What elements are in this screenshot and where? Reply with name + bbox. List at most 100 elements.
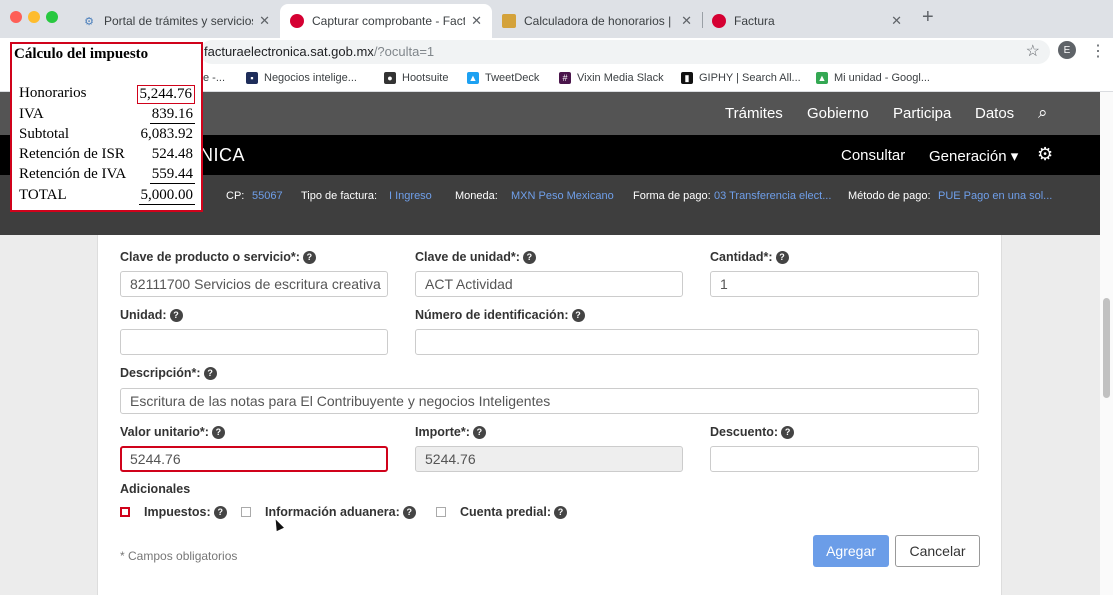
browser-tab-strip: ⚙ Portal de trámites y servicios - ✕ Cap…: [0, 0, 1113, 38]
close-tab-icon[interactable]: ✕: [471, 13, 482, 29]
importe-input: 5244.76: [415, 446, 683, 472]
valor-unitario-input[interactable]: 5244.76: [120, 446, 388, 472]
numero-identificacion-label: Número de identificación:?: [415, 308, 585, 322]
tax-row-honorarios: Honorarios 5,244.76: [19, 85, 195, 105]
aduanera-checkbox[interactable]: [241, 507, 251, 517]
tweetdeck-icon: ▲: [467, 72, 479, 84]
nav-gobierno[interactable]: Gobierno: [807, 105, 869, 122]
minimize-window-button[interactable]: [28, 11, 40, 23]
tax-row-retencion-iva: Retención de IVA 559.44: [19, 166, 195, 184]
adicionales-heading: Adicionales: [120, 482, 191, 496]
sat-favicon-icon: [712, 14, 726, 28]
nav-datos[interactable]: Datos: [975, 105, 1014, 122]
maximize-window-button[interactable]: [46, 11, 58, 23]
browser-menu-icon[interactable]: ⋮: [1090, 41, 1106, 61]
predial-label: Cuenta predial:?: [460, 505, 567, 519]
help-icon[interactable]: ?: [571, 308, 585, 322]
tax-row-subtotal: Subtotal 6,083.92: [19, 126, 193, 142]
help-icon[interactable]: ?: [472, 425, 486, 439]
nav-tramites[interactable]: Trámites: [725, 105, 783, 122]
impuestos-checkbox[interactable]: [120, 507, 130, 517]
tipo-factura-label: Tipo de factura:: [301, 190, 378, 202]
help-icon[interactable]: ?: [522, 250, 536, 264]
unidad-input[interactable]: [120, 329, 388, 355]
nav-generacion-dropdown[interactable]: Generación ▾: [929, 147, 1018, 165]
address-bar[interactable]: facturaelectronica.sat.gob.mx/?oculta=1 …: [200, 40, 1050, 64]
metodo-pago-value: PUE Pago en una sol...: [938, 190, 1053, 202]
clave-producto-label: Clave de producto o servicio*:?: [120, 250, 316, 264]
site-brand: NICA: [200, 145, 246, 165]
clave-unidad-input[interactable]: ACT Actividad: [415, 271, 683, 297]
help-icon[interactable]: ?: [169, 308, 183, 322]
importe-label: Importe*:?: [415, 425, 486, 439]
descripcion-input[interactable]: Escritura de las notas para El Contribuy…: [120, 388, 979, 414]
predial-checkbox[interactable]: [436, 507, 446, 517]
close-tab-icon[interactable]: ✕: [891, 13, 902, 29]
cancelar-button[interactable]: Cancelar: [895, 535, 980, 567]
tab-factura[interactable]: Factura ✕: [702, 4, 912, 38]
forma-pago-label: Forma de pago:: [633, 190, 711, 202]
scrollbar-thumb[interactable]: [1103, 298, 1110, 398]
close-tab-icon[interactable]: ✕: [259, 13, 270, 29]
close-tab-icon[interactable]: ✕: [681, 13, 692, 29]
help-icon[interactable]: ?: [775, 250, 789, 264]
tab-capturar-comprobante[interactable]: Capturar comprobante - Factu ✕: [280, 4, 492, 38]
descripcion-label: Descripción*:?: [120, 366, 217, 380]
bookmark-giphy[interactable]: ▮ GIPHY | Search All...: [681, 72, 801, 84]
cantidad-label: Cantidad*:?: [710, 250, 789, 264]
tax-overlay-title: Cálculo del impuesto: [14, 46, 149, 62]
descuento-input[interactable]: [710, 446, 979, 472]
help-icon[interactable]: ?: [781, 425, 795, 439]
profile-avatar[interactable]: E: [1058, 41, 1076, 59]
slack-icon: #: [559, 72, 571, 84]
help-icon[interactable]: ?: [213, 505, 227, 519]
numero-identificacion-input[interactable]: [415, 329, 979, 355]
moneda-value: MXN Peso Mexicano: [511, 190, 614, 202]
tax-row-iva: IVA 839.16: [19, 106, 195, 124]
calculator-favicon-icon: [502, 14, 516, 28]
tab-portal-tramites[interactable]: ⚙ Portal de trámites y servicios - ✕: [72, 4, 280, 38]
bookmark-partial[interactable]: e -...: [203, 72, 225, 84]
required-fields-note: * Campos obligatorios: [120, 549, 238, 563]
search-icon[interactable]: ⌕: [1038, 103, 1048, 123]
bookmark-star-icon[interactable]: ☆: [1026, 41, 1040, 61]
cp-label: CP:: [226, 190, 245, 202]
bookmark-slack[interactable]: # Vixin Media Slack: [559, 72, 664, 84]
url-host: facturaelectronica.sat.gob.mx: [204, 44, 374, 59]
close-window-button[interactable]: [10, 11, 22, 23]
help-icon[interactable]: ?: [211, 425, 225, 439]
aduanera-label: Información aduanera:?: [265, 505, 416, 519]
gear-icon[interactable]: ⚙: [1037, 144, 1053, 165]
moneda-label: Moneda:: [455, 190, 498, 202]
cantidad-input[interactable]: 1: [710, 271, 979, 297]
nav-consultar[interactable]: Consultar: [841, 147, 905, 164]
clave-unidad-label: Clave de unidad*:?: [415, 250, 536, 264]
tipo-factura-value: I Ingreso: [389, 190, 432, 202]
impuestos-label: Impuestos:?: [144, 505, 227, 519]
tab-calculadora-honorarios[interactable]: Calculadora de honorarios | el ✕: [492, 4, 702, 38]
bookmark-google-drive[interactable]: ▲ Mi unidad - Googl...: [816, 72, 930, 84]
cp-value: 55067: [252, 190, 283, 202]
new-tab-icon[interactable]: +: [922, 6, 934, 29]
unidad-label: Unidad:?: [120, 308, 183, 322]
nav-participa[interactable]: Participa: [893, 105, 951, 122]
hootsuite-icon: ●: [384, 72, 396, 84]
negocios-icon: ▪: [246, 72, 258, 84]
help-icon[interactable]: ?: [554, 505, 567, 519]
bookmark-tweetdeck[interactable]: ▲ TweetDeck: [467, 72, 539, 84]
help-icon[interactable]: ?: [203, 366, 217, 380]
agregar-button[interactable]: Agregar: [813, 535, 889, 567]
descuento-label: Descuento:?: [710, 425, 795, 439]
help-icon[interactable]: ?: [402, 505, 416, 519]
giphy-icon: ▮: [681, 72, 693, 84]
clave-producto-input[interactable]: 82111700 Servicios de escritura creativa: [120, 271, 388, 297]
bookmark-negocios[interactable]: ▪ Negocios intelige...: [246, 72, 357, 84]
help-icon[interactable]: ?: [302, 250, 316, 264]
url-path: /?oculta=1: [373, 44, 435, 59]
grid-favicon-icon: ⚙: [84, 15, 94, 28]
tax-row-total: TOTAL 5,000.00: [19, 187, 195, 205]
tax-calculation-overlay: Cálculo del impuesto Honorarios 5,244.76…: [10, 42, 203, 212]
metodo-pago-label: Método de pago:: [848, 190, 931, 202]
tax-row-retencion-isr: Retención de ISR 524.48: [19, 146, 193, 162]
bookmark-hootsuite[interactable]: ● Hootsuite: [384, 72, 448, 84]
